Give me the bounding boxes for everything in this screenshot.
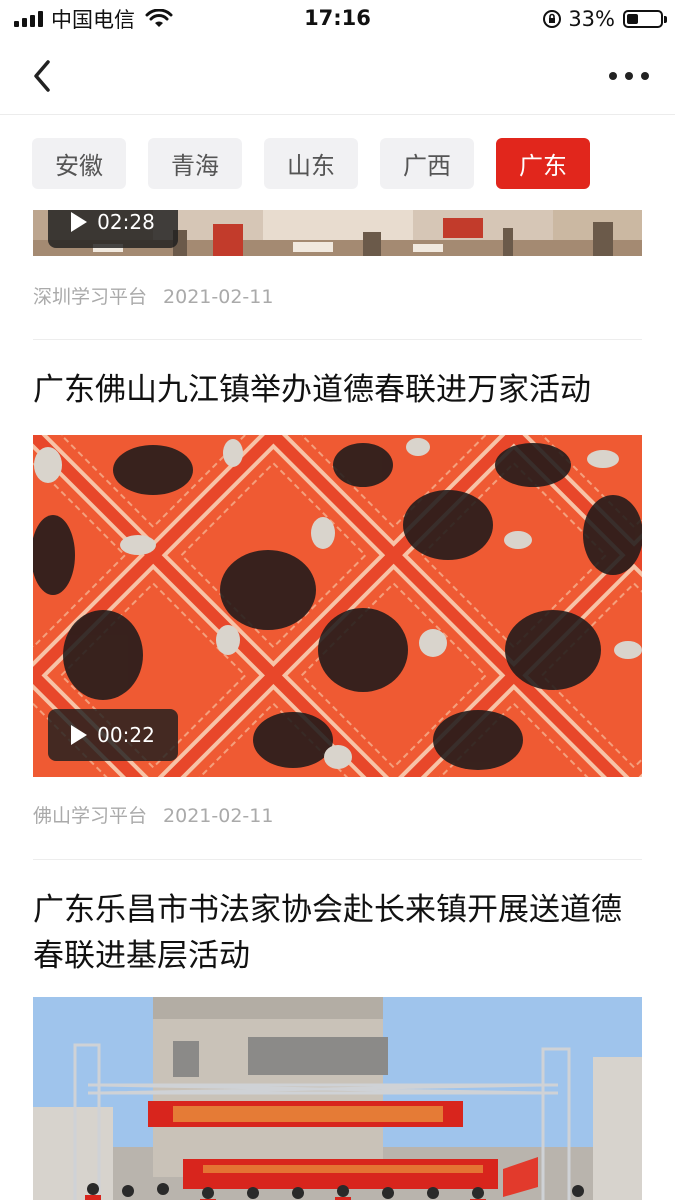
more-dot [625, 72, 633, 80]
article-meta: 佛山学习平台 2021-02-11 [33, 801, 273, 828]
play-duration-badge[interactable]: 00:22 [48, 709, 178, 761]
video-thumbnail[interactable]: 02:28 [33, 210, 642, 256]
battery-level [627, 14, 638, 24]
article-title[interactable]: 广东乐昌市书法家协会赴长来镇开展送道德春联进基层活动 [33, 887, 648, 979]
back-button[interactable] [26, 56, 62, 96]
article-date: 2021-02-11 [163, 805, 274, 827]
battery-icon [623, 10, 667, 28]
more-button[interactable] [609, 62, 649, 90]
tab-shandong[interactable]: 山东 [264, 138, 358, 189]
play-icon [71, 212, 88, 232]
article-feed: 02:28 深圳学习平台 2021-02-11 广东佛山九江镇举办道德春联进万家活… [0, 210, 675, 1200]
status-right: 33% [542, 6, 667, 32]
rotation-lock-icon [543, 10, 562, 28]
article-meta: 深圳学习平台 2021-02-11 [33, 282, 273, 309]
more-dot [609, 72, 617, 80]
video-duration: 00:22 [97, 723, 155, 747]
article-image[interactable] [33, 997, 642, 1200]
tab-guangdong[interactable]: 广东 [496, 138, 590, 189]
play-duration-badge[interactable]: 02:28 [48, 210, 178, 248]
nav-bar [0, 38, 675, 115]
article-date: 2021-02-11 [163, 286, 274, 308]
tab-anhui[interactable]: 安徽 [32, 138, 126, 189]
video-thumbnail[interactable]: 00:22 [33, 435, 642, 777]
tab-guangxi[interactable]: 广西 [380, 138, 474, 189]
divider [33, 339, 642, 340]
video-duration: 02:28 [97, 210, 155, 234]
article-source: 深圳学习平台 [33, 286, 148, 308]
divider [33, 859, 642, 860]
province-tabs: 安徽 青海 山东 广西 广东 [32, 138, 590, 189]
building-event-image [33, 997, 642, 1200]
play-icon [71, 725, 88, 745]
status-bar: 中国电信 17:16 33% [0, 0, 675, 38]
chevron-left-icon [34, 60, 50, 92]
tab-qinghai[interactable]: 青海 [148, 138, 242, 189]
article-source: 佛山学习平台 [33, 805, 148, 827]
more-dot [641, 72, 649, 80]
article-title[interactable]: 广东佛山九江镇举办道德春联进万家活动 [33, 367, 648, 413]
battery-percent: 33% [568, 7, 615, 31]
